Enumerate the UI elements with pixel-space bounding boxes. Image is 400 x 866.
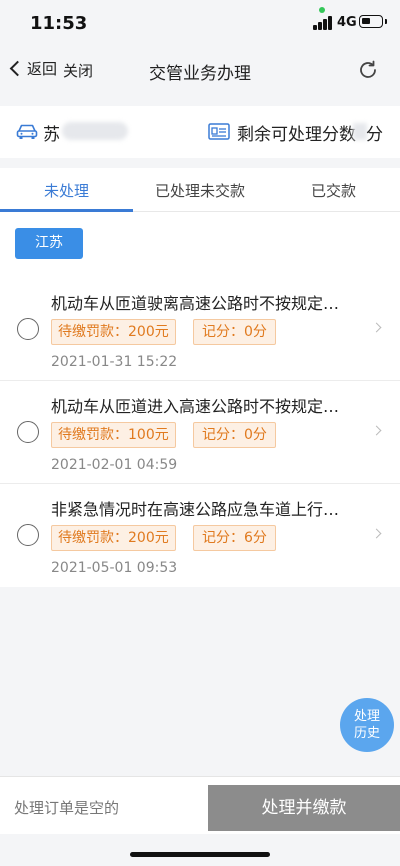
tab-processed-unpaid[interactable]: 已处理未交款 [133,180,267,201]
chevron-right-icon [371,425,382,436]
select-radio[interactable] [17,318,39,340]
remaining-points-unit: 分 [366,125,383,145]
history-label-line2: 历史 [353,726,380,741]
tab-paid[interactable]: 已交款 [267,180,400,201]
violation-date: 2021-01-31 15:22 [51,354,178,370]
select-radio[interactable] [17,421,39,443]
tab-unprocessed[interactable]: 未处理 [0,180,133,201]
refresh-icon[interactable] [356,58,380,82]
network-type: 4G [337,15,357,30]
home-indicator[interactable] [130,852,270,857]
chevron-right-icon [371,322,382,333]
violation-title: 机动车从匝道驶离高速公路时不按规定… [51,294,340,313]
nav-bar: 返回 关闭 交管业务办理 [0,46,400,96]
fine-badge: 待缴罚款：200元 [51,525,176,551]
status-bar: 11:53 4G [0,0,400,46]
violation-date: 2021-05-01 09:53 [51,560,178,576]
fine-badge: 待缴罚款：100元 [51,422,176,448]
violation-item[interactable]: 机动车从匝道驶离高速公路时不按规定… 待缴罚款：200元 记分：0分 2021-… [0,278,400,381]
select-radio[interactable] [17,524,39,546]
score-badge: 记分：0分 [193,319,276,345]
violation-list: 机动车从匝道驶离高速公路时不按规定… 待缴罚款：200元 记分：0分 2021-… [0,278,400,587]
history-label-line1: 处理 [353,709,380,724]
vehicle-info-bar: 苏 剩余可处理分数 分 [0,106,400,158]
region-filter-button[interactable]: 江苏 [15,228,83,259]
process-and-pay-button[interactable]: 处理并缴款 [208,785,400,831]
history-button[interactable]: 处理 历史 [340,698,394,752]
region-filter-area: 江苏 [0,212,400,278]
plate-number-redacted [62,122,128,140]
violation-item[interactable]: 机动车从匝道进入高速公路时不按规定… 待缴罚款：100元 记分：0分 2021-… [0,381,400,484]
car-icon [16,124,38,139]
status-tabs: 未处理 已处理未交款 已交款 [0,168,400,212]
chevron-right-icon [371,528,382,539]
page-title: 交管业务办理 [149,64,251,84]
fine-badge: 待缴罚款：200元 [51,319,176,345]
violation-title: 非紧急情况时在高速公路应急车道上行… [51,500,340,519]
plate-number: 苏 [43,125,60,145]
violation-date: 2021-02-01 04:59 [51,457,178,473]
privacy-indicator-icon [319,7,325,13]
battery-icon [359,15,387,28]
bottom-action-bar: 处理订单是空的 处理并缴款 [0,776,400,834]
signal-icon [313,16,333,30]
license-card-icon [208,123,230,140]
score-badge: 记分：6分 [193,525,276,551]
remaining-points-redacted [353,123,367,140]
empty-order-text: 处理订单是空的 [14,799,120,817]
violation-title: 机动车从匝道进入高速公路时不按规定… [51,397,340,416]
score-badge: 记分：0分 [193,422,276,448]
violation-item[interactable]: 非紧急情况时在高速公路应急车道上行… 待缴罚款：200元 记分：6分 2021-… [0,484,400,587]
status-time: 11:53 [30,13,88,34]
remaining-points-label: 剩余可处理分数 [237,125,356,145]
